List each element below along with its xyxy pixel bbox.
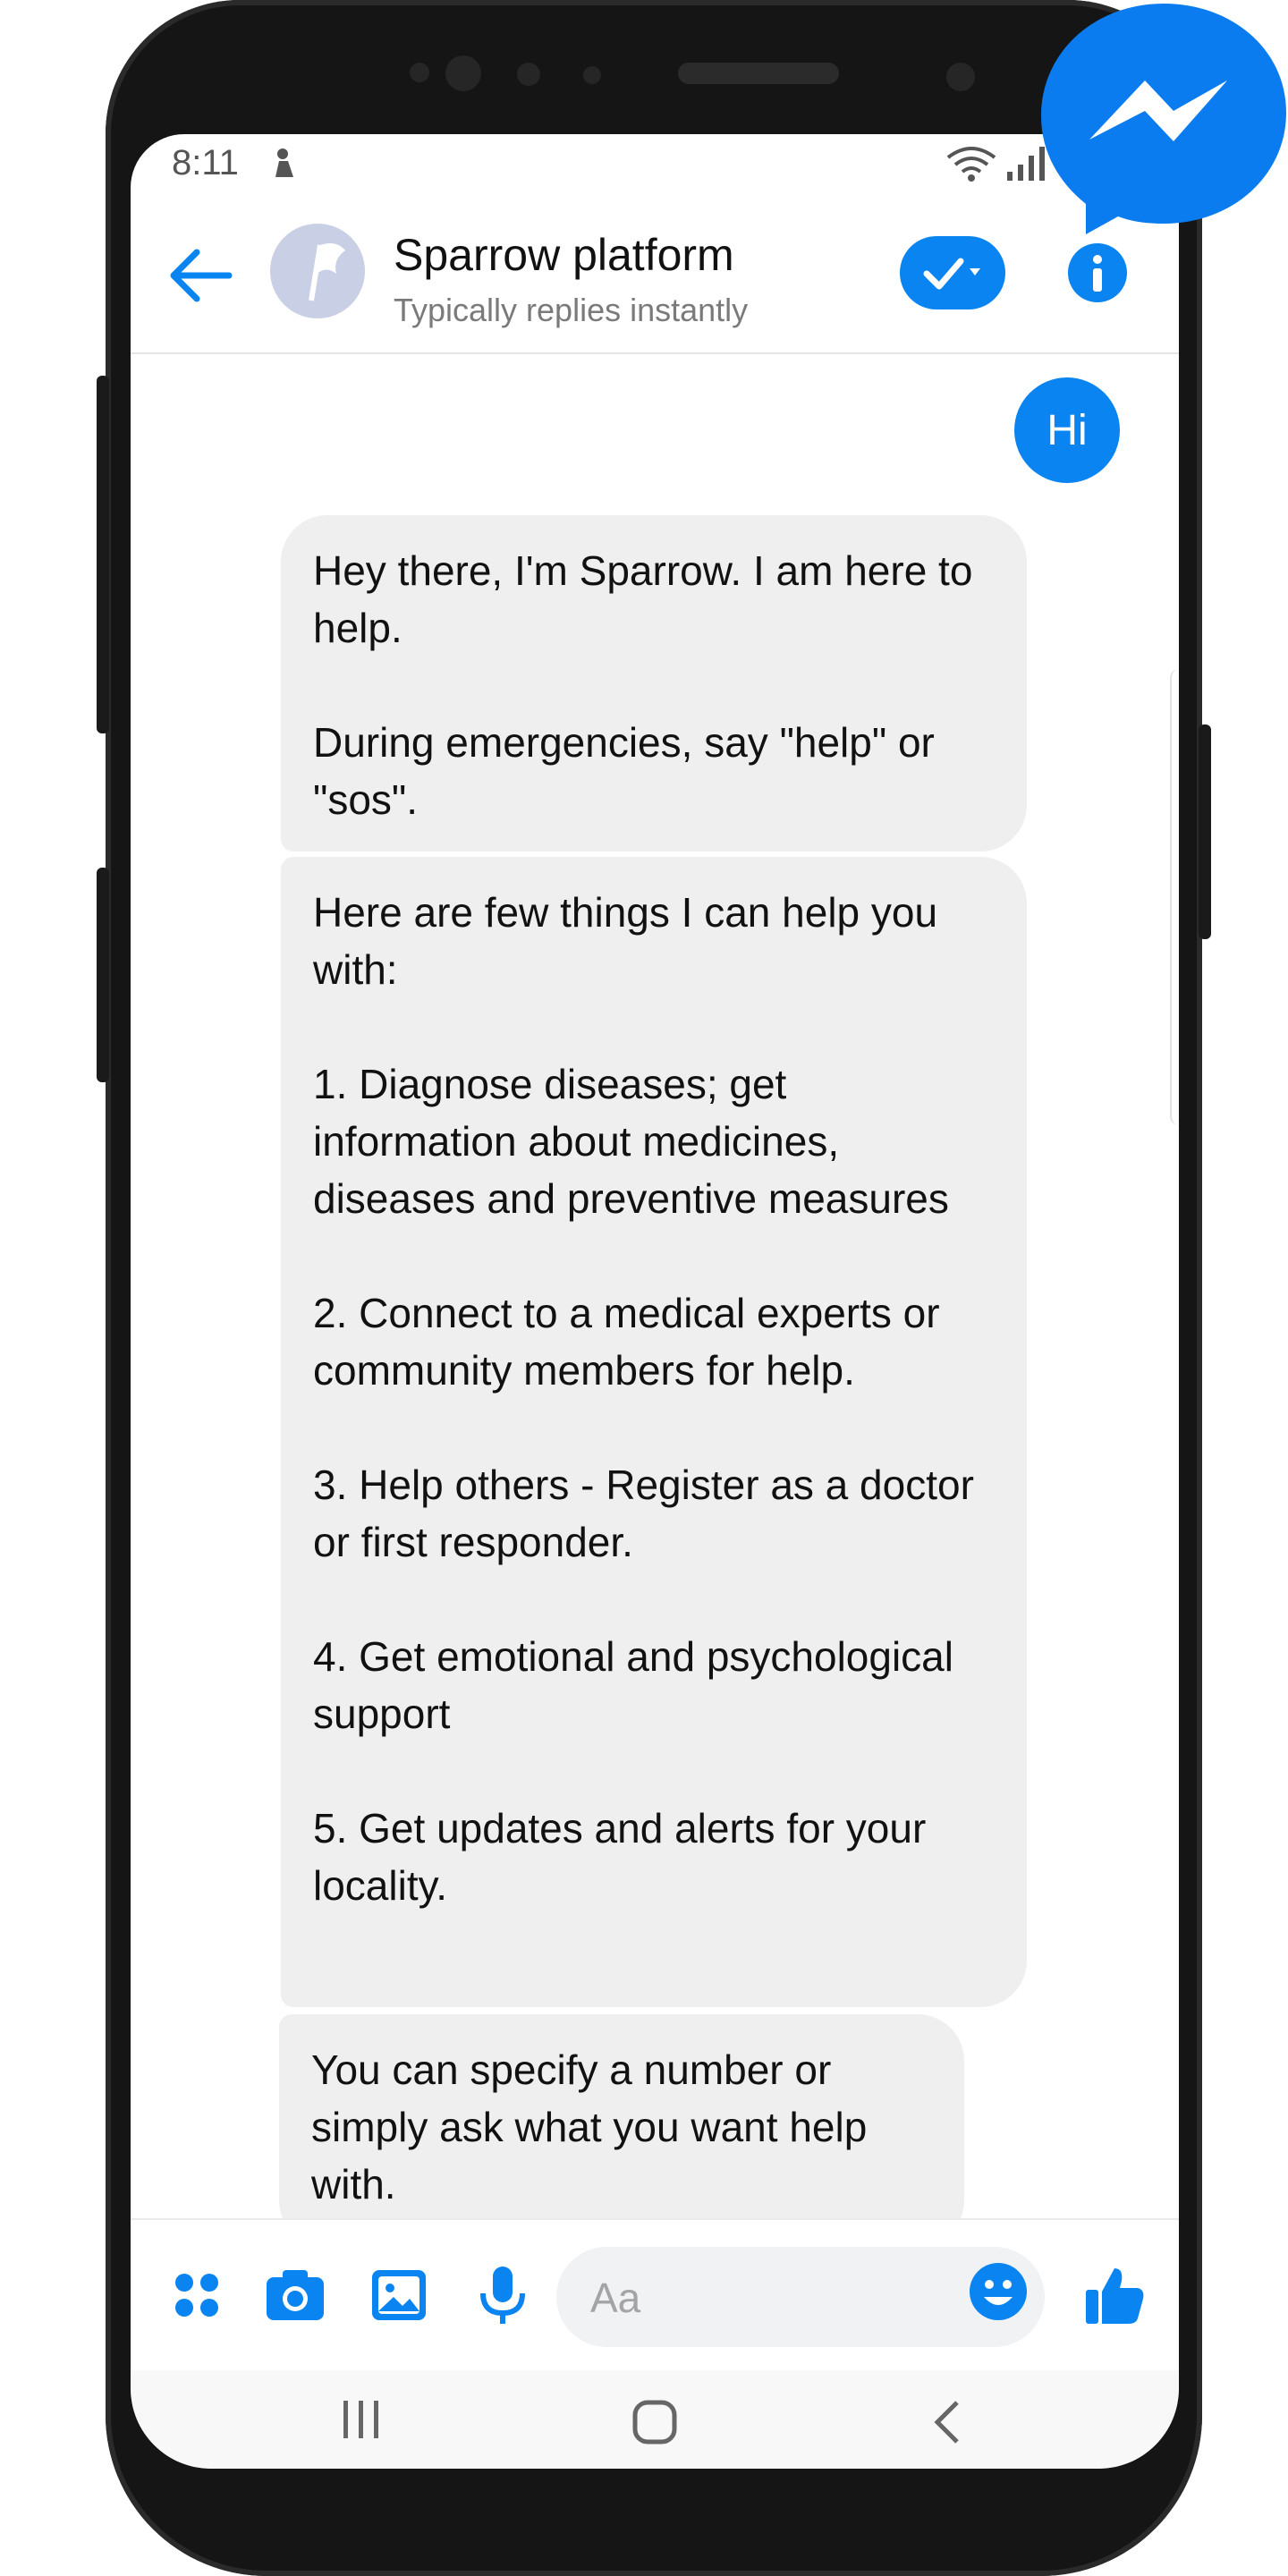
back-icon[interactable] <box>928 2397 964 2447</box>
camera-icon[interactable] <box>261 2261 329 2329</box>
bixby-button <box>97 868 109 1082</box>
recents-icon[interactable] <box>338 2397 385 2442</box>
home-icon[interactable] <box>630 2397 680 2447</box>
info-icon <box>1093 255 1102 292</box>
emoji-icon[interactable] <box>968 2261 1029 2322</box>
phone-sensor <box>410 63 429 82</box>
info-button[interactable] <box>1068 243 1127 302</box>
avatar[interactable] <box>270 224 365 318</box>
status-bar: 8:11 6 <box>131 134 1179 193</box>
check-dropdown-icon <box>923 258 980 290</box>
status-time: 8:11 <box>172 143 239 182</box>
header-subtitle: Typically replies instantly <box>394 292 749 328</box>
conversation-header: Sparrow platform Typically replies insta… <box>131 193 1179 354</box>
thumbs-up-icon[interactable] <box>1080 2261 1148 2329</box>
screen: 8:11 6 Sparrow platform Ty <box>131 134 1179 2469</box>
message-incoming[interactable]: Hey there, I'm Sparrow. I am here to hel… <box>281 515 1027 852</box>
front-camera <box>946 63 975 91</box>
check-dropdown-button[interactable] <box>900 236 1005 309</box>
message-list[interactable]: Hi Hey there, I'm Sparrow. I am here to … <box>131 354 1179 2351</box>
microphone-icon[interactable] <box>469 2261 537 2329</box>
phone-sensor <box>517 63 540 86</box>
system-nav-bar <box>131 2370 1179 2469</box>
wifi-icon <box>946 147 996 182</box>
message-incoming[interactable]: Here are few things I can help you with:… <box>281 857 1027 2007</box>
message-input-placeholder: Aa <box>590 2275 641 2321</box>
messenger-logo-icon <box>1041 4 1286 234</box>
image-icon[interactable] <box>365 2261 433 2329</box>
scrollbar[interactable] <box>1170 669 1179 1125</box>
composer-bar: Aa <box>131 2218 1179 2372</box>
phone-sensor <box>583 66 601 84</box>
apps-icon[interactable] <box>163 2261 231 2329</box>
back-arrow-icon[interactable] <box>166 247 233 304</box>
phone-sensor <box>445 55 481 91</box>
notification-icon <box>275 148 293 177</box>
page-title: Sparrow platform <box>394 230 734 280</box>
message-incoming[interactable]: You can specify a number or simply ask w… <box>279 2014 964 2247</box>
message-outgoing[interactable]: Hi <box>1014 377 1120 483</box>
phone-speaker <box>678 63 839 84</box>
power-button <box>1199 724 1211 939</box>
volume-button <box>97 376 109 733</box>
flag-icon <box>309 243 345 301</box>
